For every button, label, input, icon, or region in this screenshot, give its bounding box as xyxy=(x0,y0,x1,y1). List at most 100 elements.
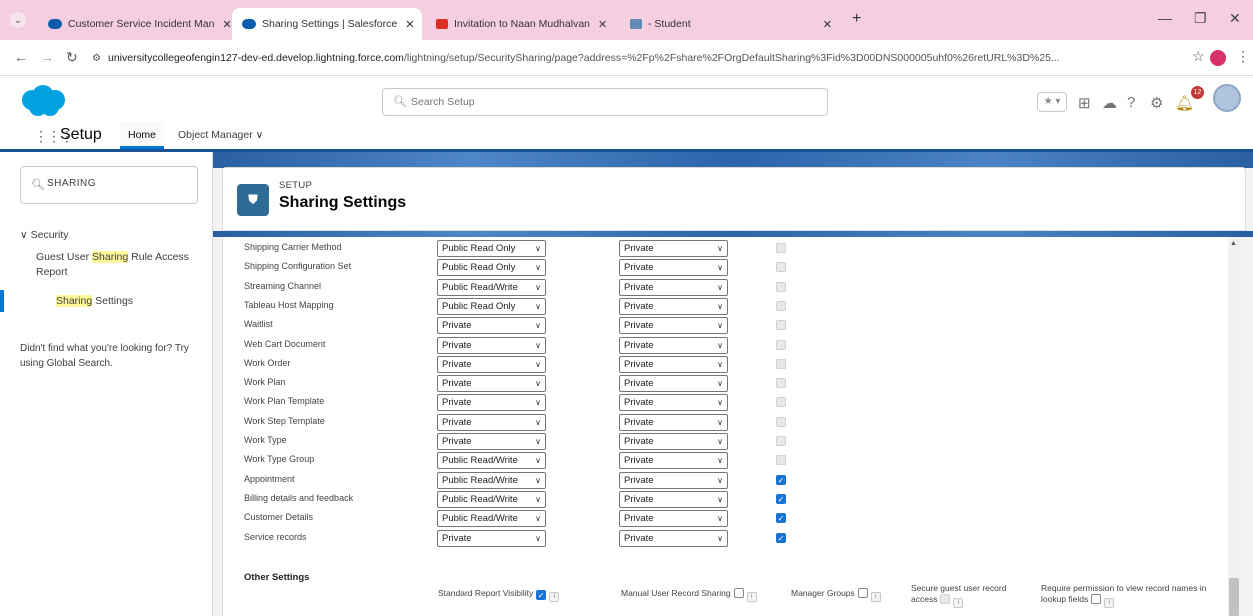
sidebar-item-sharing-settings[interactable]: Sharing Settings xyxy=(0,290,212,312)
scrollbar-thumb[interactable] xyxy=(1229,578,1239,616)
default-external-access-select[interactable]: Private ∨ xyxy=(619,317,728,335)
forward-icon[interactable]: → xyxy=(40,49,54,65)
chevron-down-icon: ∨ xyxy=(717,263,723,273)
grant-access-hierarchy-checkbox[interactable]: ✓ xyxy=(776,532,786,543)
notifications-bell-icon[interactable]: 🔔︎ xyxy=(1175,94,1194,112)
restore-icon[interactable]: ❐ xyxy=(1194,10,1207,27)
help-icon[interactable]: ? xyxy=(1127,94,1135,111)
selected-value: Private xyxy=(442,532,472,544)
close-tab-icon[interactable]: ✕ xyxy=(590,18,607,31)
browser-tab[interactable]: - Student ✕ xyxy=(620,8,842,40)
quick-find-box[interactable]: 🔍︎ xyxy=(20,166,198,204)
sidebar-item-guest-user-sharing-report[interactable]: Guest User Sharing Rule Access Report xyxy=(36,250,204,280)
default-external-access-select[interactable]: Private ∨ xyxy=(619,433,728,450)
profile-icon[interactable] xyxy=(1210,50,1226,66)
default-internal-access-select[interactable]: Private ∨ xyxy=(437,394,546,412)
minimize-icon[interactable]: — xyxy=(1158,10,1172,26)
browser-tab[interactable]: Invitation to Naan Mudhalvan ✕ xyxy=(426,8,616,40)
default-external-access-select[interactable]: Private ∨ xyxy=(619,278,728,296)
close-tab-icon[interactable]: ✕ xyxy=(815,18,832,31)
default-internal-access-select[interactable]: Public Read/Write ∨ xyxy=(437,510,546,528)
manager-groups-checkbox[interactable] xyxy=(857,588,868,598)
default-external-access-select[interactable]: Private ∨ xyxy=(619,297,728,315)
scroll-up-arrow-icon[interactable]: ▲ xyxy=(1230,240,1237,247)
info-icon[interactable]: i xyxy=(746,592,757,602)
manual-user-record-sharing-checkbox[interactable] xyxy=(733,588,744,598)
gmail-favicon-icon xyxy=(436,19,448,29)
search-setup-input[interactable] xyxy=(411,94,811,110)
bookmark-star-icon[interactable]: ☆ xyxy=(1192,48,1205,65)
object-name: Appointment xyxy=(244,473,295,484)
browser-menu-icon[interactable]: ⋮ xyxy=(1236,48,1250,65)
selected-value: Private xyxy=(624,358,654,370)
default-external-access-select[interactable]: Private ∨ xyxy=(619,490,728,508)
default-internal-access-select[interactable]: Public Read Only ∨ xyxy=(437,259,546,277)
default-external-access-select[interactable]: Private ∨ xyxy=(619,510,728,528)
default-external-access-select[interactable]: Private ∨ xyxy=(619,240,728,257)
close-tab-icon[interactable]: ✕ xyxy=(214,18,231,31)
info-icon[interactable]: i xyxy=(870,592,881,602)
chevron-down-icon: ∨ xyxy=(717,437,723,446)
default-internal-access-select[interactable]: Private ∨ xyxy=(437,529,546,547)
require-permission-checkbox[interactable] xyxy=(1091,594,1102,604)
trailhead-icon[interactable]: ☁ xyxy=(1102,94,1117,112)
browser-tab[interactable]: Customer Service Incident Man ✕ xyxy=(38,8,232,40)
default-external-access-select[interactable]: Private ∨ xyxy=(619,529,728,547)
salesforce-logo-icon[interactable] xyxy=(18,84,68,118)
site-info-icon[interactable]: ⚙ xyxy=(92,48,108,69)
nav-tab-object-manager[interactable]: Object Manager ∨ xyxy=(178,122,263,149)
user-avatar[interactable] xyxy=(1213,84,1241,112)
default-external-access-select[interactable]: Private ∨ xyxy=(619,375,728,393)
default-internal-access-select[interactable]: Public Read Only ∨ xyxy=(437,240,546,257)
browser-tab-active[interactable]: Sharing Settings | Salesforce ✕ xyxy=(232,8,422,40)
tab-title: Customer Service Incident Man xyxy=(68,18,215,30)
default-internal-access-select[interactable]: Private ∨ xyxy=(437,336,546,354)
object-name: Customer Details xyxy=(244,512,314,523)
default-internal-access-select[interactable]: Public Read/Write ∨ xyxy=(437,490,546,508)
default-internal-access-select[interactable]: Private ∨ xyxy=(437,355,546,373)
default-internal-access-select[interactable]: Private ∨ xyxy=(437,433,546,450)
setup-gear-icon[interactable]: ⚙ xyxy=(1150,94,1163,112)
close-tab-icon[interactable]: ✕ xyxy=(397,18,414,31)
default-internal-access-select[interactable]: Private ∨ xyxy=(437,413,546,431)
standard-report-visibility-checkbox[interactable]: ✓ xyxy=(536,590,547,600)
info-icon[interactable]: i xyxy=(1104,598,1115,608)
grant-access-hierarchy-checkbox[interactable]: ✓ xyxy=(776,513,786,524)
favorites-star-icon[interactable]: ★ ▾ xyxy=(1037,92,1067,112)
tree-node-security[interactable]: ∨ Security xyxy=(20,229,69,241)
new-tab-icon[interactable]: + xyxy=(852,10,861,28)
default-internal-access-select[interactable]: Public Read/Write ∨ xyxy=(437,278,546,296)
chevron-down-icon[interactable]: ∨ xyxy=(256,129,264,141)
search-setup[interactable]: 🔍︎ xyxy=(382,88,828,116)
default-external-access-select[interactable]: Private ∨ xyxy=(619,452,728,470)
window-close-icon[interactable]: ✕ xyxy=(1229,10,1241,27)
search-icon: 🔍︎ xyxy=(393,96,407,108)
url-field[interactable]: ⚙ universitycollegeofengin127-dev-ed.deve… xyxy=(92,47,1202,69)
default-internal-access-select[interactable]: Public Read Only ∨ xyxy=(437,297,546,315)
content-scrollbar[interactable] xyxy=(1228,237,1240,616)
grant-access-hierarchy-checkbox[interactable]: ✓ xyxy=(776,474,786,485)
back-icon[interactable]: ← xyxy=(14,49,28,65)
grant-access-hierarchy-checkbox[interactable]: ✓ xyxy=(776,493,786,504)
default-external-access-select[interactable]: Private ∨ xyxy=(619,394,728,412)
default-internal-access-select[interactable]: Public Read/Write ∨ xyxy=(437,471,546,489)
selected-value: Private xyxy=(624,262,654,274)
default-internal-access-select[interactable]: Private ∨ xyxy=(437,375,546,393)
tab-search-icon[interactable]: ⌄ xyxy=(10,12,26,28)
reload-icon[interactable]: ↻ xyxy=(66,49,78,66)
secure-guest-user-record-access: Secure guest user record access i xyxy=(911,583,1021,608)
default-internal-access-select[interactable]: Public Read/Write ∨ xyxy=(437,452,546,470)
default-external-access-select[interactable]: Private ∨ xyxy=(619,471,728,489)
default-internal-access-select[interactable]: Private ∨ xyxy=(437,317,546,335)
default-external-access-select[interactable]: Private ∨ xyxy=(619,259,728,277)
object-name: Work Plan Template xyxy=(244,396,325,407)
global-actions-icon[interactable]: ⊞ xyxy=(1078,94,1091,112)
nav-tab-home[interactable]: Home xyxy=(120,122,165,149)
default-external-access-select[interactable]: Private ∨ xyxy=(619,413,728,431)
quick-find-input[interactable] xyxy=(47,178,187,189)
chevron-down-icon[interactable]: ∨ xyxy=(20,229,28,241)
info-icon[interactable]: i xyxy=(953,598,964,608)
info-icon[interactable]: i xyxy=(549,592,560,602)
default-external-access-select[interactable]: Private ∨ xyxy=(619,355,728,373)
default-external-access-select[interactable]: Private ∨ xyxy=(619,336,728,354)
